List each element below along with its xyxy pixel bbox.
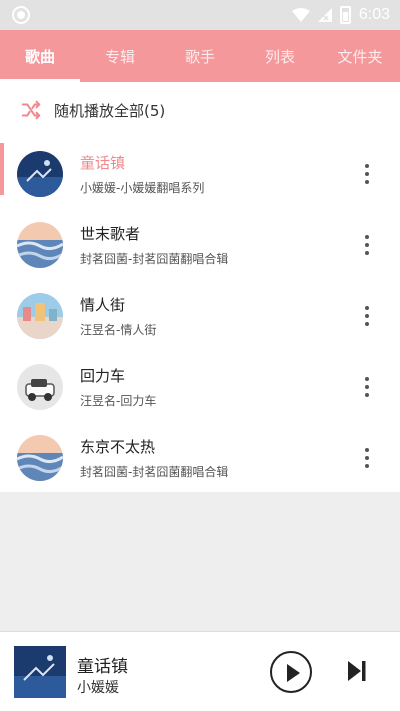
song-title: 回力车 (80, 366, 126, 385)
more-options-icon[interactable] (352, 372, 382, 402)
mini-player[interactable]: 童话镇 小媛媛 (0, 631, 400, 711)
album-cover (17, 363, 63, 410)
next-track-icon[interactable] (346, 660, 368, 682)
album-cover (17, 221, 63, 268)
play-button[interactable] (270, 651, 312, 693)
more-options-icon[interactable] (352, 230, 382, 260)
more-options-icon[interactable] (352, 159, 382, 189)
song-list: 随机播放全部(5) 童话镇 小媛媛-小媛媛翻唱系列 世末歌者 封茗囧菌-封茗囧菌… (0, 82, 400, 492)
wifi-icon (291, 8, 310, 22)
album-cover (17, 292, 63, 339)
album-cover (17, 434, 63, 481)
shuffle-all-label: 随机播放全部(5) (54, 101, 166, 120)
signal-icon (317, 8, 332, 22)
song-subtitle: 汪昱名-情人街 (80, 322, 157, 337)
more-options-icon[interactable] (352, 443, 382, 473)
more-options-icon[interactable] (352, 301, 382, 331)
song-subtitle: 小媛媛-小媛媛翻唱系列 (80, 180, 205, 195)
tab-folders[interactable]: 文件夹 (320, 30, 400, 82)
song-title: 情人街 (80, 295, 126, 314)
song-subtitle: 封茗囧菌-封茗囧菌翻唱合辑 (80, 251, 229, 266)
notification-icon (12, 6, 30, 24)
song-title: 东京不太热 (80, 437, 156, 456)
tab-bar: 歌曲 专辑 歌手 列表 文件夹 (0, 30, 400, 82)
list-item[interactable]: 童话镇 小媛媛-小媛媛翻唱系列 (0, 138, 400, 209)
shuffle-icon (21, 100, 41, 120)
list-item[interactable]: 回力车 汪昱名-回力车 (0, 351, 400, 422)
song-title: 世末歌者 (80, 224, 141, 243)
list-item[interactable]: 东京不太热 封茗囧菌-封茗囧菌翻唱合辑 (0, 422, 400, 493)
album-cover (17, 150, 63, 197)
now-playing-indicator (0, 143, 4, 195)
battery-icon (339, 6, 351, 24)
tab-playlists[interactable]: 列表 (240, 30, 320, 82)
tab-artists[interactable]: 歌手 (160, 30, 240, 82)
tab-songs[interactable]: 歌曲 (0, 30, 80, 82)
now-playing-title: 童话镇 (77, 657, 128, 677)
song-subtitle: 封茗囧菌-封茗囧菌翻唱合辑 (80, 464, 229, 479)
now-playing-cover (14, 646, 66, 698)
list-item[interactable]: 情人街 汪昱名-情人街 (0, 280, 400, 351)
status-icons: 6:03 (291, 0, 390, 30)
song-subtitle: 汪昱名-回力车 (80, 393, 157, 408)
status-time: 6:03 (358, 6, 390, 23)
list-item[interactable]: 世末歌者 封茗囧菌-封茗囧菌翻唱合辑 (0, 209, 400, 280)
now-playing-artist: 小媛媛 (77, 680, 119, 696)
shuffle-all-button[interactable]: 随机播放全部(5) (0, 82, 400, 138)
tab-albums[interactable]: 专辑 (80, 30, 160, 82)
status-bar: 6:03 (0, 0, 400, 30)
song-title: 童话镇 (80, 153, 126, 172)
